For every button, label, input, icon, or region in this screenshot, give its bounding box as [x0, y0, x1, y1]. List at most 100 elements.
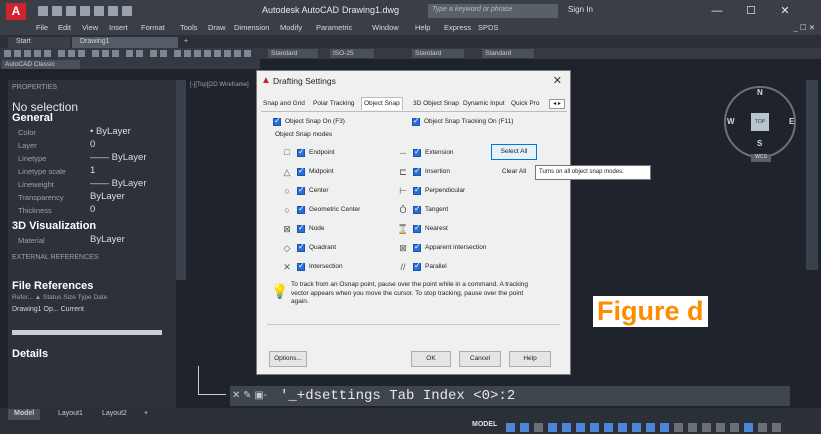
help-button[interactable]: Help	[509, 351, 551, 367]
apparent-intersection-checkbox[interactable]	[413, 242, 421, 252]
save-icon[interactable]	[66, 6, 76, 16]
references-column-headers[interactable]: Refer... ▲ Status Size Type Date	[12, 294, 107, 301]
osnap-icon[interactable]	[590, 423, 599, 432]
menu-view[interactable]: View	[82, 23, 98, 32]
menu-format[interactable]: Format	[141, 23, 165, 32]
command-line[interactable]: '_+dsettings Tab Index <0>:2	[230, 386, 790, 406]
model-space-button[interactable]: MODEL	[472, 421, 497, 428]
tab-dynamic-input[interactable]: Dynamic Input	[463, 100, 505, 107]
toolbar-button-icon[interactable]	[44, 50, 51, 57]
menu-window[interactable]: Window	[372, 23, 399, 32]
customization-icon[interactable]	[772, 423, 781, 432]
toolbar-button-icon[interactable]	[234, 50, 241, 57]
dim-style-select[interactable]: ISO-25	[330, 49, 374, 58]
center-checkbox[interactable]	[297, 185, 305, 195]
toolbar-button-icon[interactable]	[92, 50, 99, 57]
new-layout-button[interactable]: +	[138, 409, 154, 420]
undo-icon[interactable]	[108, 6, 118, 16]
reference-row[interactable]: Drawing1 Op... Current	[12, 306, 84, 313]
clear-all-button[interactable]: Clear All	[491, 164, 537, 180]
property-value[interactable]: 1	[90, 165, 95, 176]
ortho-icon[interactable]	[534, 423, 543, 432]
toolbar-button-icon[interactable]	[184, 50, 191, 57]
new-tab-button[interactable]: +	[181, 37, 197, 48]
tab-object-snap[interactable]: Object Snap	[361, 97, 403, 110]
compass-east[interactable]: E	[789, 117, 794, 126]
insertion-checkbox[interactable]	[413, 166, 421, 176]
toolbar-button-icon[interactable]	[194, 50, 201, 57]
intersection-checkbox[interactable]	[297, 261, 305, 271]
horizontal-scrollbar[interactable]	[12, 330, 162, 335]
section-details[interactable]: Details	[12, 348, 48, 360]
menu-parametric[interactable]: Parametric	[316, 23, 352, 32]
osnap-tracking-icon[interactable]	[576, 423, 585, 432]
workspace-select[interactable]: AutoCAD Classic	[2, 60, 80, 69]
print-icon[interactable]	[94, 6, 104, 16]
cancel-button[interactable]: Cancel	[459, 351, 501, 367]
toolbar-button-icon[interactable]	[160, 50, 167, 57]
section-3d-visualization[interactable]: 3D Visualization	[12, 220, 96, 232]
toolbar-button-icon[interactable]	[174, 50, 181, 57]
table-style-select[interactable]: Standard	[412, 49, 464, 58]
node-checkbox[interactable]	[297, 223, 305, 233]
toolbar-button-icon[interactable]	[58, 50, 65, 57]
compass-west[interactable]: W	[727, 117, 735, 126]
open-file-icon[interactable]	[52, 6, 62, 16]
endpoint-checkbox[interactable]	[297, 147, 305, 157]
command-line-controls[interactable]: ✕ ✎ ▣-	[232, 390, 267, 401]
quick-properties-icon[interactable]	[702, 423, 711, 432]
tab-drawing1[interactable]: Drawing1	[72, 37, 178, 48]
toolbar-button-icon[interactable]	[204, 50, 211, 57]
toolbar-button-icon[interactable]	[224, 50, 231, 57]
menu-edit[interactable]: Edit	[58, 23, 71, 32]
property-value[interactable]: —— ByLayer	[90, 152, 147, 163]
object-snap-tracking-checkbox[interactable]	[412, 116, 420, 126]
tab-3d-object-snap[interactable]: 3D Object Snap	[413, 100, 459, 107]
grid-icon[interactable]	[506, 423, 515, 432]
property-value[interactable]: 0	[90, 204, 95, 215]
toolbar-button-icon[interactable]	[150, 50, 157, 57]
menu-dimension[interactable]: Dimension	[234, 23, 269, 32]
property-value[interactable]: ByLayer	[90, 191, 125, 202]
parallel-checkbox[interactable]	[413, 261, 421, 271]
close-icon[interactable]: ✕	[553, 74, 562, 87]
sign-in-button[interactable]: Sign In	[568, 5, 593, 14]
search-input[interactable]: Type a keyword or phrase	[428, 4, 558, 18]
section-file-references[interactable]: File References	[12, 280, 93, 292]
toolbar-button-icon[interactable]	[24, 50, 31, 57]
tab-model[interactable]: Model	[8, 409, 41, 420]
selection-cycling-icon[interactable]	[632, 423, 641, 432]
midpoint-checkbox[interactable]	[297, 166, 305, 176]
toolbar-button-icon[interactable]	[14, 50, 21, 57]
tab-start[interactable]: Start	[8, 37, 70, 48]
save-as-icon[interactable]	[80, 6, 90, 16]
property-value[interactable]: —— ByLayer	[90, 178, 147, 189]
menu-draw[interactable]: Draw	[208, 23, 226, 32]
toolbar-button-icon[interactable]	[112, 50, 119, 57]
snap-icon[interactable]	[520, 423, 529, 432]
viewport-controls[interactable]: [-][Top][2D Wireframe]	[190, 82, 249, 88]
annotation-scale-icon[interactable]	[646, 423, 655, 432]
tab-scroll-arrows[interactable]: ◂ ▸	[549, 99, 565, 109]
units-icon[interactable]	[688, 423, 697, 432]
menu-tools[interactable]: Tools	[180, 23, 198, 32]
tab-snap-and-grid[interactable]: Snap and Grid	[263, 100, 305, 107]
tab-layout2[interactable]: Layout2	[96, 409, 133, 420]
autocad-logo-icon[interactable]: A	[6, 3, 26, 20]
polar-icon[interactable]	[548, 423, 557, 432]
extension-checkbox[interactable]	[413, 147, 421, 157]
property-value[interactable]: 0	[90, 139, 95, 150]
toolbar-button-icon[interactable]	[34, 50, 41, 57]
redo-icon[interactable]	[122, 6, 132, 16]
tab-quick-properties[interactable]: Quick Pro	[511, 100, 540, 107]
toolbar-button-icon[interactable]	[78, 50, 85, 57]
tab-polar-tracking[interactable]: Polar Tracking	[313, 100, 355, 107]
wcs-menu[interactable]: WCS	[751, 154, 771, 162]
options-button[interactable]: Options...	[269, 351, 307, 367]
workspace-switch-icon[interactable]	[674, 423, 683, 432]
toolbar-button-icon[interactable]	[4, 50, 11, 57]
new-file-icon[interactable]	[38, 6, 48, 16]
hardware-acceleration-icon[interactable]	[744, 423, 753, 432]
quadrant-checkbox[interactable]	[297, 242, 305, 252]
section-general[interactable]: General	[12, 112, 53, 124]
